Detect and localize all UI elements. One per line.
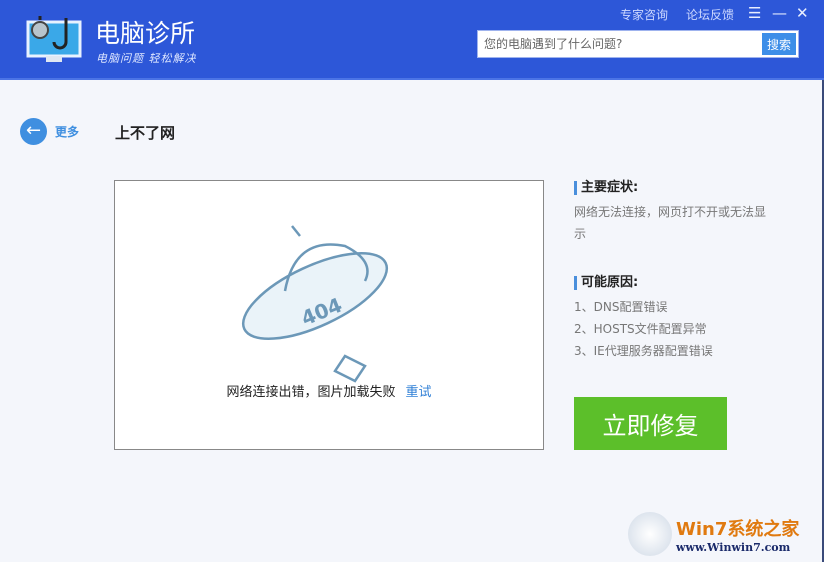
- search-box: 搜索: [477, 30, 799, 58]
- cause-item: 2、HOSTS文件配置异常: [574, 322, 707, 336]
- arrow-left-icon: ←: [20, 118, 47, 145]
- search-button[interactable]: 搜索: [762, 33, 796, 55]
- expert-consult-link[interactable]: 专家咨询: [620, 6, 668, 23]
- symptoms-heading: 主要症状:: [574, 181, 774, 195]
- app-slogan: 电脑问题 轻松解决: [96, 52, 197, 65]
- cause-item: 3、IE代理服务器配置错误: [574, 344, 713, 358]
- error-message: 网络连接出错，图片加载失败: [226, 385, 396, 400]
- search-input[interactable]: [478, 31, 758, 57]
- windows-logo-icon: [628, 512, 672, 556]
- retry-link[interactable]: 重试: [406, 385, 432, 400]
- minimize-icon[interactable]: —: [772, 4, 787, 22]
- causes-heading: 可能原因:: [574, 276, 774, 290]
- fix-now-button[interactable]: 立即修复: [574, 397, 727, 450]
- menu-icon[interactable]: ☰: [748, 4, 761, 22]
- symptoms-text: 网络无法连接，网页打不开或无法显示: [574, 205, 767, 241]
- watermark: Win7系统之家 www.Winwin7.com: [628, 512, 799, 556]
- back-label: 更多: [55, 125, 80, 139]
- cause-item: 1、DNS配置错误: [574, 300, 668, 314]
- stethoscope-monitor-icon: [26, 16, 82, 62]
- back-more-button[interactable]: ← 更多: [20, 118, 79, 145]
- ufo-404-illustration: 404: [241, 225, 389, 383]
- forum-feedback-link[interactable]: 论坛反馈: [686, 6, 734, 23]
- header: 电脑诊所 电脑问题 轻松解决 专家咨询 论坛反馈 ☰ — ✕ 搜索: [0, 0, 824, 80]
- page-title: 上不了网: [115, 124, 176, 142]
- app-title: 电脑诊所: [95, 19, 196, 48]
- image-panel: 404 网络连接出错，图片加载失败 重试: [114, 180, 544, 450]
- close-icon[interactable]: ✕: [796, 4, 809, 22]
